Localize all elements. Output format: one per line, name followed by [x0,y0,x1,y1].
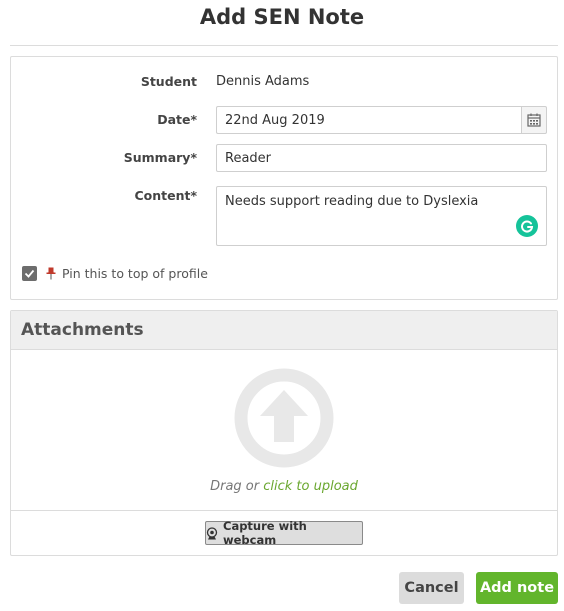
calendar-button[interactable] [521,106,547,134]
grammarly-button[interactable] [516,215,538,237]
cancel-button[interactable]: Cancel [399,572,464,604]
dialog-title: Add SEN Note [199,5,365,29]
content-text: Needs support reading due to Dyslexia [225,194,479,209]
click-to-upload-link[interactable]: click to upload [263,479,358,494]
calendar-icon [527,113,541,127]
webcam-icon [206,526,218,540]
attachments-title: Attachments [21,320,144,340]
drop-zone-text: Drag or click to upload [11,479,557,494]
student-label: Student [140,74,197,89]
attachments-panel: Attachments Drag or click to upload Capt… [10,310,558,556]
grammarly-icon [521,220,534,233]
drag-text: Drag or [210,479,260,494]
attachments-divider [11,510,557,511]
checkmark-icon [24,269,35,278]
summary-field[interactable]: Reader [216,144,547,172]
student-value: Dennis Adams [216,74,310,89]
add-note-button[interactable]: Add note [476,572,558,604]
attachments-header: Attachments [11,311,557,350]
summary-label: Summary* [123,150,197,165]
pin-option[interactable]: Pin this to top of profile [22,266,208,281]
note-form: Student Dennis Adams Date* 22nd Aug 2019… [10,56,558,300]
date-label: Date* [157,112,197,127]
content-textarea[interactable]: Needs support reading due to Dyslexia [216,186,547,246]
pin-label: Pin this to top of profile [62,266,208,281]
webcam-label: Capture with webcam [223,519,307,547]
pin-checkbox[interactable] [22,266,37,281]
capture-webcam-button[interactable]: Capture with webcam [205,519,363,547]
upload-icon[interactable] [234,368,334,468]
title-divider [10,45,558,46]
date-field[interactable]: 22nd Aug 2019 [216,106,521,134]
content-label: Content* [134,188,197,203]
pin-icon [46,267,56,280]
